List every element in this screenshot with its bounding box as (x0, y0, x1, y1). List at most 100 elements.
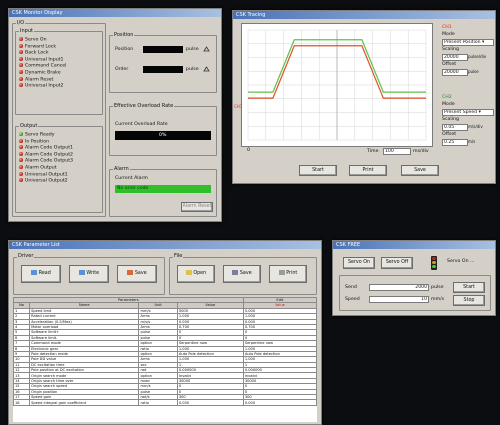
output-row: Alarm Code Output2 (19, 151, 99, 159)
overload-value: 0% (159, 133, 167, 138)
alarm-reset-button[interactable]: Alarm Reset (181, 202, 213, 212)
trace-ch2-mode-value: Present Speed (444, 110, 478, 115)
output-label: In Position (25, 139, 50, 145)
output-label: Servo Ready (25, 132, 55, 138)
alarm-group-title: Alarm (113, 166, 130, 172)
trace-ch1-title: CH1 (442, 25, 452, 30)
output-row: In Position (19, 138, 99, 146)
params-table-container: Parameters Edit No Name Unit Value Value… (13, 297, 317, 422)
driver-save-button[interactable]: Save (117, 265, 157, 283)
trace-time-unit: ms/div (413, 149, 429, 154)
io-group-title: I/O (16, 20, 26, 26)
input-row: Universal Input2 (19, 83, 99, 90)
position-group-title: Position (113, 32, 135, 38)
params-row[interactable]: 18 Speed integral gain coefficient ratio 0.… (13, 399, 317, 406)
csk-status-window: CSK FREE Servo On Servo Off Servo On ...… (332, 240, 496, 316)
motion-stop-button[interactable]: Stop (453, 295, 485, 306)
write-button[interactable]: Write (69, 265, 109, 283)
trace-ch2-mode-select[interactable]: Present Speed ▾ (442, 109, 494, 116)
trace-time-label: Time (367, 149, 379, 154)
trace-ch2-title: CH2 (442, 95, 452, 100)
speed-label: Speed (345, 297, 360, 302)
print-button-label: Print (286, 271, 298, 276)
motion-start-button[interactable]: Start (453, 282, 485, 293)
trace-ch1-offset-label: Offset (442, 62, 457, 67)
file-save-button[interactable]: Save (223, 265, 261, 283)
output-row: Alarm Code Output3 (19, 158, 99, 165)
trace-time-input[interactable]: 100 (383, 148, 411, 155)
output-row: Alarm Code Output1 (19, 145, 99, 152)
speed-unit: mm/s (431, 297, 445, 302)
servo-status-label: Servo On ... (447, 259, 475, 264)
order-unit: pulse (186, 67, 199, 72)
output-group-title: Output (19, 123, 39, 129)
servo-on-button[interactable]: Servo On (343, 257, 375, 269)
trace-ch2-scaling-label: Scaling (442, 117, 459, 122)
speed-input[interactable]: 10 (369, 296, 429, 303)
input-row: Back Lock (19, 50, 99, 57)
order-value-display (143, 66, 183, 73)
input-row: Universal Input1 (19, 56, 99, 64)
cell-edit-value[interactable]: 0.000 (242, 399, 317, 406)
position-label: Position (115, 47, 134, 52)
input-label: Universal Input2 (25, 83, 64, 89)
cell-no: 18 (13, 399, 31, 406)
position-group (109, 35, 217, 93)
trace-start-button[interactable]: Start (299, 165, 337, 176)
trace-ch1-axis-label: CH1 (234, 104, 243, 109)
input-row: Servo On (19, 37, 99, 44)
trace-ch1-scaling-input[interactable]: 20000 (442, 54, 468, 61)
led-icon (19, 138, 23, 143)
trace-ch2-scaling-input[interactable]: 0.05 (442, 124, 468, 131)
input-label: Alarm Reset (25, 77, 54, 83)
file-group-title: File (173, 253, 184, 259)
trace-ch1-scaling-unit: pulse/div (468, 54, 487, 59)
input-label: Universal Input1 (25, 57, 64, 63)
cell-unit: ratio (138, 399, 178, 406)
trace-print-button[interactable]: Print (349, 165, 387, 176)
led-icon (19, 50, 23, 55)
disk-icon (232, 270, 239, 275)
led-icon (19, 76, 23, 81)
params-titlebar[interactable]: CSK Parameter List (9, 241, 321, 249)
output-label: Alarm Output (25, 165, 57, 171)
traffic-light-icon (431, 256, 437, 270)
led-icon (19, 145, 23, 150)
trace-ch2-offset-input[interactable]: 0.25 (442, 139, 468, 146)
write-button-label: Write (86, 271, 100, 276)
led-icon (19, 132, 23, 136)
file-save-label: Save (239, 271, 252, 276)
led-icon (19, 151, 23, 156)
order-refresh-icon[interactable] (203, 66, 210, 73)
servo-off-button[interactable]: Servo Off (381, 257, 413, 269)
trace-ch1-mode-select[interactable]: Present Position ▾ (442, 39, 494, 46)
trace-titlebar[interactable]: CSK Tracing (233, 11, 495, 19)
trace-ch2-mode-label: Mode (442, 102, 455, 107)
led-icon (19, 63, 23, 68)
csk-status-titlebar[interactable]: CSK FREE (333, 241, 495, 249)
trace-save-button[interactable]: Save (401, 165, 439, 176)
trace-chart (247, 29, 427, 141)
send-input[interactable]: 2000 (369, 284, 429, 291)
trace-ch1-offset-input[interactable]: 20000 (442, 69, 468, 76)
printer-icon (278, 270, 285, 275)
open-button[interactable]: Open (177, 265, 215, 283)
cell-value: 0.000 (176, 399, 244, 406)
output-row: Universal Output1 (19, 171, 99, 179)
led-icon (19, 37, 23, 41)
output-label: Universal Output2 (25, 178, 68, 184)
position-refresh-icon[interactable] (203, 46, 210, 53)
output-list: Servo Ready In Position Alarm Code Outpu… (19, 132, 99, 185)
led-icon (19, 56, 23, 61)
input-label: Back Lock (25, 50, 49, 56)
params-window: CSK Parameter List Driver Read Write Sav… (8, 240, 322, 425)
input-label: Servo On (25, 37, 47, 43)
trace-ch2-scaling-unit: m/s/div (468, 124, 483, 129)
current-overload-label: Current Overload Rate (115, 122, 168, 127)
current-alarm-display: No error code (115, 185, 211, 193)
read-button[interactable]: Read (21, 265, 61, 283)
led-icon (19, 158, 23, 163)
input-row: Command Cancel (19, 63, 99, 70)
monitor-titlebar[interactable]: CSK Monitor Display (9, 9, 221, 17)
print-button[interactable]: Print (269, 265, 307, 283)
